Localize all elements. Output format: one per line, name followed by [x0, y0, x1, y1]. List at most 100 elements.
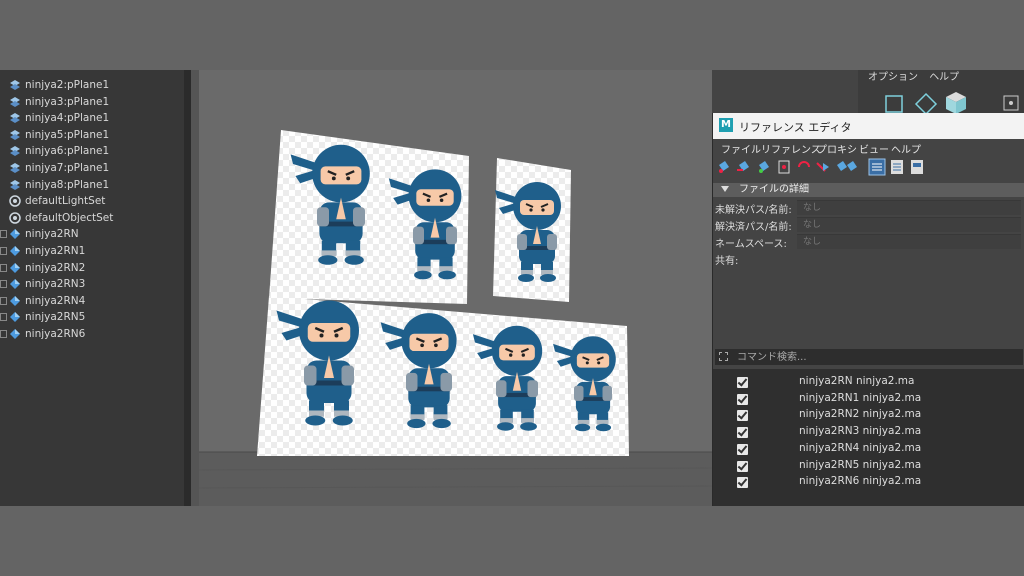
- viewport-scene: [199, 130, 712, 506]
- expand-toggle-icon[interactable]: [0, 230, 7, 239]
- outliner-item[interactable]: ninjya2RN4: [0, 293, 184, 309]
- outliner-panel: ninjya2:pPlane1 ninjya3:pPlane1 ninjya4:pP…: [0, 70, 184, 506]
- diamond-select-icon[interactable]: [914, 92, 938, 116]
- unload-reference-icon[interactable]: [737, 161, 749, 171]
- import-reference-icon[interactable]: [759, 161, 769, 173]
- outliner-item[interactable]: ninjya2RN1: [0, 243, 184, 259]
- load-reference-icon[interactable]: [719, 161, 729, 173]
- grid-snap-icon[interactable]: [1003, 95, 1019, 111]
- reference-load-checkbox[interactable]: [737, 393, 748, 405]
- expand-toggle-icon[interactable]: [0, 313, 7, 322]
- outliner-item[interactable]: defaultObjectSet: [0, 210, 184, 226]
- field-value[interactable]: なし: [797, 234, 1021, 249]
- ninja-plane-bottom[interactable]: [257, 296, 629, 456]
- square-select-icon[interactable]: [885, 95, 903, 113]
- field-label: ネームスペース:: [715, 239, 787, 250]
- outliner-item[interactable]: defaultLightSet: [0, 193, 184, 209]
- outliner-item[interactable]: ninjya3:pPlane1: [0, 94, 184, 110]
- outliner-item-label: ninjya6:pPlane1: [25, 145, 110, 158]
- reference-node-name: ninjya2RN5: [799, 458, 860, 471]
- outliner-scrollbar[interactable]: [184, 70, 191, 506]
- reference-load-checkbox[interactable]: [737, 443, 748, 455]
- outliner-item-label: ninjya2RN: [25, 228, 79, 241]
- file-details-section[interactable]: ファイルの詳細: [713, 183, 1024, 197]
- reference-row[interactable]: ninjya2RN1 ninjya2.ma: [713, 391, 1024, 407]
- shared-field: 共有:: [713, 250, 1024, 267]
- outliner-item[interactable]: ninjya7:pPlane1: [0, 160, 184, 176]
- field-value[interactable]: なし: [797, 217, 1021, 232]
- reference-row[interactable]: ninjya2RN2 ninjya2.ma: [713, 407, 1024, 423]
- reference-row[interactable]: ninjya2RN6 ninjya2.ma: [713, 474, 1024, 490]
- reference-load-checkbox[interactable]: [737, 460, 748, 472]
- menu-file[interactable]: ファイル: [721, 141, 761, 156]
- detail-view-icon[interactable]: [891, 160, 903, 174]
- merge-reference-icon[interactable]: [837, 161, 857, 171]
- namespace-field: ネームスペース: なし: [713, 233, 1024, 250]
- collapse-triangle-icon[interactable]: [721, 186, 729, 192]
- outliner-item[interactable]: ninjya2RN5: [0, 309, 184, 325]
- menu-help[interactable]: ヘルプ: [891, 141, 921, 156]
- field-value[interactable]: なし: [797, 200, 1021, 215]
- ninja-plane-left[interactable]: [269, 130, 469, 304]
- resolved-path-field: 解決済パス/名前: なし: [713, 216, 1024, 233]
- replace-reference-icon[interactable]: [798, 161, 810, 168]
- reference-node-icon: [9, 328, 21, 340]
- ninja-plane-small[interactable]: [493, 158, 571, 302]
- expand-toggle-icon[interactable]: [0, 280, 7, 289]
- reference-file-name: ninjya2.ma: [862, 391, 922, 404]
- menu-reference[interactable]: リファレンス: [761, 141, 821, 156]
- reference-name: ninjya2RN1 ninjya2.ma: [799, 392, 921, 404]
- reference-load-checkbox[interactable]: [737, 377, 748, 388]
- reference-editor-window: M リファレンス エディタ ファイル リファレンス プロキシ ビュー ヘルプ フ…: [712, 113, 1024, 506]
- list-view-icon[interactable]: [868, 158, 886, 176]
- reference-row[interactable]: ninjya2RN ninjya2.ma: [713, 374, 1024, 390]
- outliner-item-label: ninjya2RN1: [25, 245, 86, 257]
- outliner-item-label: defaultObjectSet: [25, 211, 114, 224]
- menu-proxy[interactable]: プロキシ: [817, 141, 857, 156]
- expand-toggle-icon[interactable]: [0, 296, 7, 305]
- title-bar[interactable]: M リファレンス エディタ: [713, 113, 1024, 139]
- outliner-item-label: ninjya2RN5: [25, 311, 86, 324]
- remove-reference-icon[interactable]: [816, 162, 829, 172]
- outliner-item[interactable]: ninjya2RN2: [0, 260, 184, 276]
- outliner-item[interactable]: ninjya4:pPlane1: [0, 110, 184, 126]
- reference-row[interactable]: ninjya2RN5 ninjya2.ma: [713, 458, 1024, 474]
- field-label: 解決済パス/名前:: [715, 222, 792, 233]
- reference-file-name: ninjya2.ma: [862, 425, 922, 438]
- cube-icon[interactable]: [946, 92, 966, 114]
- panel-divider[interactable]: [191, 70, 199, 506]
- menu-help[interactable]: ヘルプ: [929, 72, 959, 83]
- section-title: ファイルの詳細: [739, 184, 809, 195]
- expand-toggle-icon[interactable]: [0, 330, 7, 338]
- reference-node-icon: [9, 311, 21, 323]
- outliner-item[interactable]: ninjya2RN: [0, 226, 184, 242]
- unresolved-path-field: 未解決パス/名前: なし: [713, 199, 1024, 216]
- outliner-item[interactable]: ninjya2RN3: [0, 276, 184, 292]
- reference-node-icon: [9, 262, 21, 274]
- reference-load-checkbox[interactable]: [737, 477, 748, 489]
- reference-row[interactable]: ninjya2RN3 ninjya2.ma: [713, 424, 1024, 440]
- reference-node-name: ninjya2RN6: [799, 475, 860, 488]
- 3d-viewport[interactable]: [199, 70, 712, 506]
- outliner-item[interactable]: ninjya2:pPlane1: [0, 77, 184, 93]
- menu-options[interactable]: オプション: [868, 72, 918, 83]
- expand-toggle-icon[interactable]: [0, 247, 7, 255]
- menu-view[interactable]: ビュー: [859, 141, 889, 156]
- plane-icon: [9, 162, 21, 174]
- outliner-item[interactable]: ninjya6:pPlane1: [0, 143, 184, 159]
- reference-load-checkbox[interactable]: [737, 427, 748, 439]
- outliner-item[interactable]: ninjya2RN6: [0, 326, 184, 342]
- outliner-item-label: ninjya2RN4: [25, 294, 86, 307]
- outliner-item[interactable]: ninjya8:pPlane1: [0, 177, 184, 193]
- plane-icon: [9, 129, 21, 141]
- set-icon: [9, 212, 21, 224]
- outliner-item[interactable]: ninjya5:pPlane1: [0, 127, 184, 143]
- reload-reference-icon[interactable]: [778, 160, 790, 174]
- reference-list: ninjya2RN ninjya2.ma ninjya2RN1 ninjya2.m…: [713, 369, 1024, 506]
- file-view-icon[interactable]: [911, 160, 923, 174]
- reference-load-checkbox[interactable]: [737, 410, 748, 422]
- command-search-input[interactable]: [737, 349, 1017, 365]
- reference-row[interactable]: ninjya2RN4 ninjya2.ma: [713, 441, 1024, 457]
- expand-toggle-icon[interactable]: [0, 263, 7, 272]
- set-icon: [9, 195, 21, 207]
